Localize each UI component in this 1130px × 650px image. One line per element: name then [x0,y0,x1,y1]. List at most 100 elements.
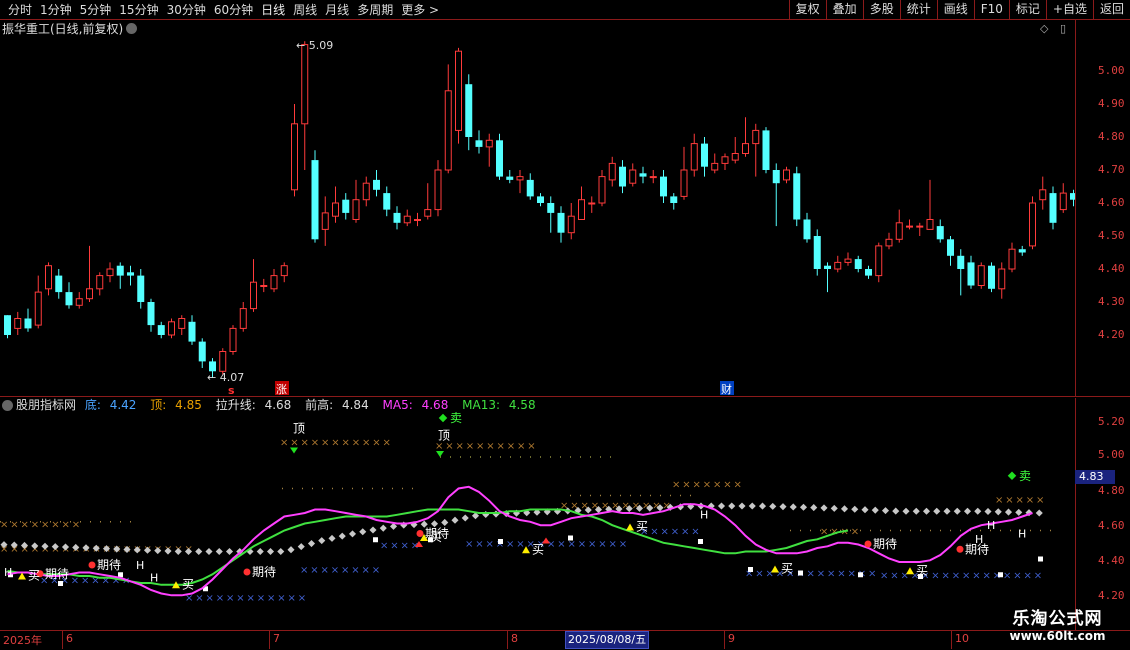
candle-body [219,351,227,372]
top-x-mark: × [507,441,515,452]
h-marker: H [136,559,144,572]
lashengxian-marker [451,516,459,524]
lashengxian-marker [943,507,951,515]
lashengxian-marker [717,502,726,510]
price-axis: 5.00 4.90 4.80 4.70 4.60 4.50 4.40 4.30 … [1075,20,1130,396]
bottom-x-mark: × [277,593,285,604]
candle-body [86,288,93,300]
candle-body [885,238,893,247]
top-x-mark: × [1016,495,1024,506]
multi-stock-button[interactable]: 多股 [862,0,900,20]
lashengxian-marker [871,506,879,514]
bottom-x-mark: × [691,527,699,538]
tab-weekly[interactable]: 周线 [289,2,321,18]
fuquan-button[interactable]: 复权 [788,0,826,20]
top-x-mark: × [682,479,690,490]
sell-diamond [438,413,448,423]
candle-body [485,139,493,148]
statistics-button[interactable]: 统计 [899,0,937,20]
candle-body [813,236,821,269]
bottom-x-mark: × [288,593,296,604]
candle-body [598,176,606,204]
candle-body [4,315,11,335]
top-x-mark: × [466,441,474,452]
candle-body [465,84,473,137]
tab-15min[interactable]: 15分钟 [115,2,162,18]
tab-5min[interactable]: 5分钟 [76,2,116,18]
bottom-x-mark: × [681,527,689,538]
candle-body [280,265,288,277]
bottom-x-mark: × [619,539,627,550]
bottom-x-mark: × [401,541,409,552]
bottom-x-mark: × [516,539,524,550]
tab-more[interactable]: 更多 > [397,2,443,18]
tab-1min[interactable]: 1分钟 [36,2,76,18]
candle-body [998,268,1006,290]
top-x-mark: × [331,437,339,448]
top-x-mark: × [497,441,505,452]
bottom-x-mark: × [1024,570,1032,581]
candle-body [34,291,42,326]
candle-body [629,169,637,184]
candle-body [619,166,626,187]
date-separator [507,631,508,649]
add-watchlist-button[interactable]: +自选 [1045,0,1093,20]
candle-body [506,176,514,180]
bottom-x-mark: × [578,539,586,550]
price-tick: 5.00 [1098,64,1125,77]
draw-line-button[interactable]: 画线 [936,0,974,20]
bottom-x-mark: × [931,570,939,581]
lashengxian-marker [195,547,203,556]
candle-body [567,215,575,234]
s-marker: s [228,384,235,396]
bottom-x-mark: × [952,570,960,581]
candle-body [260,285,268,287]
lashengxian-marker [892,507,900,515]
bottom-x-mark: × [983,570,991,581]
candle-body [947,239,954,256]
tab-60min[interactable]: 60分钟 [210,2,257,18]
lashengxian-marker [256,547,264,556]
candle-body [311,160,319,240]
candle-body [229,327,237,352]
tab-multi-period[interactable]: 多周期 [353,2,397,18]
ind-tick: 4.80 [1098,484,1125,497]
candle-body [783,169,790,181]
top-x-mark: × [72,520,80,531]
tab-fenshi[interactable]: 分时 [4,2,36,18]
candle-body [526,179,534,197]
bottom-x-mark: × [236,593,244,604]
bottom-x-mark: × [247,593,255,604]
lashengxian-marker [738,502,746,510]
bottom-x-mark: × [506,539,514,550]
candle-body [957,255,965,269]
bottom-x-mark: × [962,570,970,581]
candle-body [1039,189,1047,201]
watermark-name: 乐淘公式网 [1012,609,1103,629]
candle-body [1018,249,1026,253]
candle-body [45,265,52,290]
f10-button[interactable]: F10 [973,0,1009,20]
lashengxian-marker [799,503,808,511]
candle-body [772,170,780,184]
tab-daily[interactable]: 日线 [257,2,289,18]
lashengxian-marker [1035,509,1043,517]
top-x-mark: × [41,520,49,531]
top-x-mark: × [31,520,39,531]
price-tick: 4.30 [1098,295,1125,308]
candle-body [168,321,175,336]
mark-button[interactable]: 标记 [1008,0,1046,20]
candle-body [670,196,678,203]
back-button[interactable]: 返回 [1092,0,1130,20]
top-x-mark: × [301,437,309,448]
tab-monthly[interactable]: 月线 [321,2,353,18]
candle-body [362,182,370,201]
overlay-button[interactable]: 叠加 [825,0,863,20]
top-x-mark: × [693,479,701,490]
top-x-mark: × [456,441,464,452]
support-dot [798,570,803,576]
tab-30min[interactable]: 30分钟 [163,2,210,18]
candle-body [475,140,483,147]
lashengxian-marker [861,506,869,514]
candle-body [803,219,811,240]
